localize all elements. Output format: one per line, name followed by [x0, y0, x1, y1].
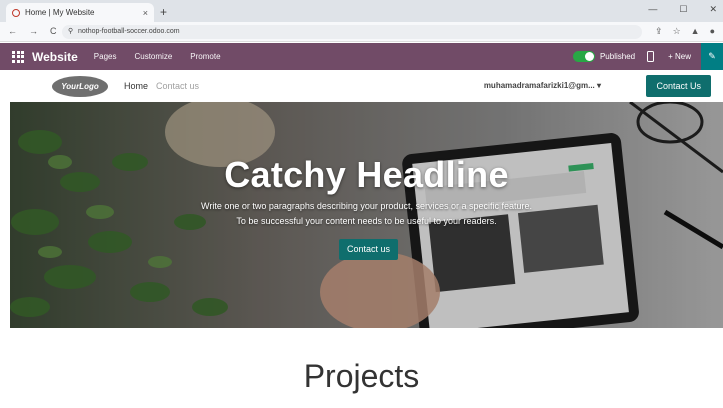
hero-paragraph-line2: To be successful your content needs to b…	[236, 216, 497, 226]
new-button[interactable]: + New	[668, 52, 691, 61]
hero-contact-button[interactable]: Contact us	[339, 239, 399, 260]
extensions-icon[interactable]: ▲	[691, 26, 700, 37]
projects-heading: Projects	[303, 358, 420, 394]
close-window-icon[interactable]: ✕	[709, 4, 717, 15]
window-controls: — ☐ ✕	[648, 4, 717, 15]
app-brand[interactable]: Website	[32, 50, 78, 64]
hero-banner: Catchy Headline Write one or two paragra…	[10, 102, 723, 328]
site-header: YourLogo Home Contact us muhamadramafari…	[0, 70, 723, 102]
odoo-bar-actions: Published + New ✎	[572, 43, 723, 70]
profile-icon[interactable]: ●	[710, 26, 715, 37]
browser-nav: ← → C	[8, 26, 57, 36]
url-text: nothop-football-soccer.odoo.com	[78, 28, 180, 35]
published-label: Published	[599, 52, 636, 61]
site-logo[interactable]: YourLogo	[52, 75, 108, 97]
browser-tab-strip: Home | My Website × + — ☐ ✕	[0, 0, 723, 22]
menu-pages[interactable]: Pages	[94, 52, 117, 61]
browser-toolbar-icons: ⇪ ☆ ▲ ●	[655, 26, 715, 37]
hero-content: Catchy Headline Write one or two paragra…	[10, 102, 723, 328]
nav-home[interactable]: Home	[124, 81, 148, 91]
nav-contact-us[interactable]: Contact us	[156, 81, 199, 91]
tab-title: Home | My Website	[25, 8, 95, 17]
back-icon[interactable]: ←	[8, 26, 17, 36]
forward-icon[interactable]: →	[29, 26, 38, 36]
edit-pencil-icon[interactable]: ✎	[701, 43, 723, 70]
user-menu[interactable]: muhamadramafarizki1@gm... ▾	[484, 81, 601, 90]
odoo-favicon-icon	[12, 8, 20, 17]
address-bar-row: ← → C ⚲ nothop-football-soccer.odoo.com …	[0, 22, 723, 42]
mobile-preview-icon[interactable]	[647, 51, 655, 62]
url-input[interactable]: ⚲ nothop-football-soccer.odoo.com	[62, 25, 642, 39]
share-icon[interactable]: ⇪	[655, 26, 663, 37]
menu-customize[interactable]: Customize	[134, 52, 172, 61]
maximize-icon[interactable]: ☐	[679, 4, 687, 15]
published-toggle[interactable]	[572, 51, 595, 62]
hero-title: Catchy Headline	[224, 154, 509, 195]
close-tab-icon[interactable]: ×	[143, 8, 148, 18]
minimize-icon[interactable]: —	[648, 4, 657, 15]
bookmark-star-icon[interactable]: ☆	[673, 26, 681, 37]
hero-paragraph-line1: Write one or two paragraphs describing y…	[201, 201, 532, 211]
browser-tab[interactable]: Home | My Website ×	[6, 3, 154, 22]
site-info-icon[interactable]: ⚲	[68, 25, 73, 39]
header-contact-button[interactable]: Contact Us	[646, 75, 711, 97]
odoo-website-bar: Website Pages Customize Promote Publishe…	[0, 43, 723, 70]
reload-icon[interactable]: C	[50, 26, 57, 36]
new-tab-button[interactable]: +	[160, 5, 167, 19]
menu-promote[interactable]: Promote	[190, 52, 220, 61]
apps-grid-icon[interactable]	[12, 50, 24, 63]
